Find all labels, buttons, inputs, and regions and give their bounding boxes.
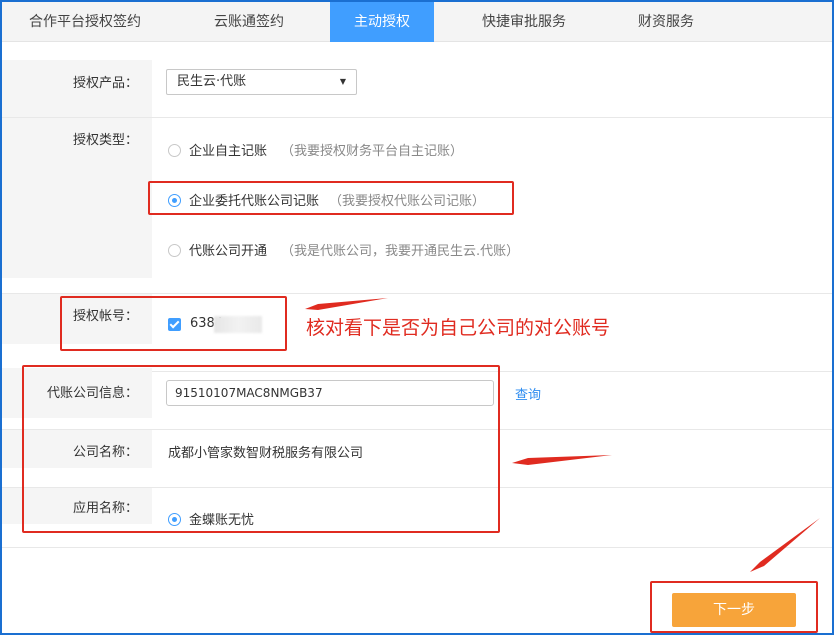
auth-type-label: 授权类型：	[72, 133, 138, 148]
product-select-value: 民生云·代账	[177, 74, 247, 89]
option-agency-open[interactable]: 代账公司开通 （我是代账公司，我要开通民生云.代账）	[168, 240, 519, 259]
next-step-button[interactable]: 下一步	[672, 593, 796, 627]
tab-active-authorization[interactable]: 主动授权	[330, 2, 434, 42]
tab-cloud-account-sign[interactable]: 云账通签约	[168, 2, 330, 42]
tab-treasury-service[interactable]: 财资服务	[614, 2, 718, 42]
highlight-box-account	[60, 296, 287, 351]
label-cell: 授权产品：	[2, 60, 152, 117]
tab-quick-approval[interactable]: 快捷审批服务	[434, 2, 614, 42]
option-text: 代账公司开通	[189, 244, 268, 259]
option-text: 企业自主记账	[189, 144, 268, 159]
radio-icon[interactable]	[168, 144, 181, 157]
highlight-box-agency-option	[148, 181, 514, 215]
query-link[interactable]: 查询	[515, 384, 541, 403]
tab-partner-platform-sign[interactable]: 合作平台授权签约	[2, 2, 168, 42]
product-row: 授权产品：	[2, 60, 832, 118]
product-select[interactable]: 民生云·代账 ▼	[166, 69, 357, 95]
label-cell: 授权类型：	[2, 118, 152, 278]
tab-bar: 合作平台授权签约 云账通签约 主动授权 快捷审批服务 财资服务	[2, 2, 832, 42]
chevron-down-icon: ▼	[339, 77, 346, 86]
option-hint: （我要授权财务平台自主记账）	[281, 144, 464, 159]
radio-icon[interactable]	[168, 244, 181, 257]
product-label: 授权产品：	[72, 76, 138, 91]
annotation-text: 核对看下是否为自己公司的对公账号	[306, 317, 611, 339]
option-hint: （我是代账公司，我要开通民生云.代账）	[281, 244, 520, 259]
highlight-box-agency-info	[22, 365, 500, 533]
option-self-bookkeeping[interactable]: 企业自主记账 （我要授权财务平台自主记账）	[168, 140, 463, 159]
